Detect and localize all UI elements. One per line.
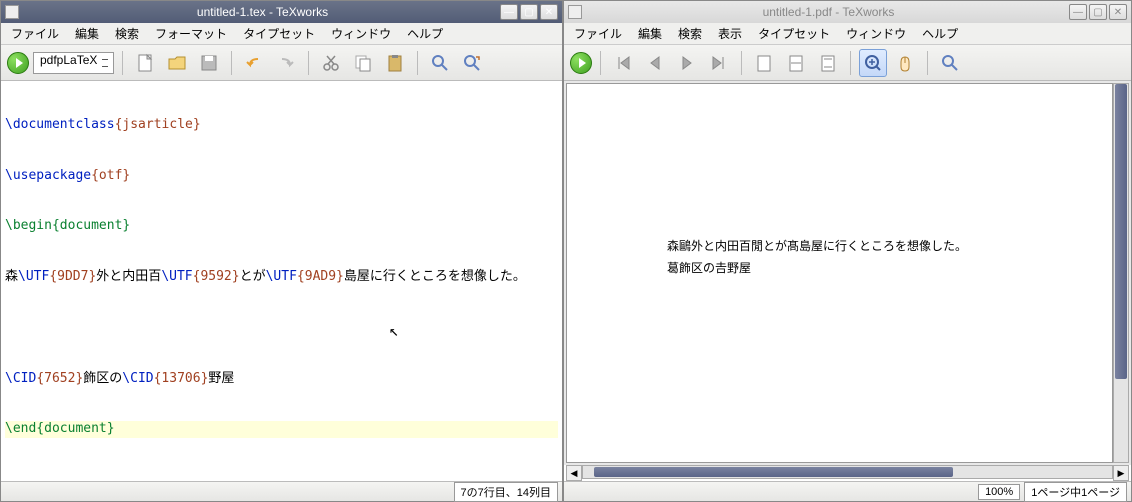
tex-command: \usepackage: [5, 168, 91, 183]
first-page-icon[interactable]: [609, 49, 637, 77]
toolbar-separator: [741, 51, 742, 75]
close-button[interactable]: ✕: [1109, 4, 1127, 20]
maximize-button[interactable]: ▢: [1089, 4, 1107, 20]
editor-titlebar[interactable]: untitled-1.tex - TeXworks — ▢ ✕: [1, 1, 562, 23]
editor-toolbar: pdfpLaTeX: [1, 45, 562, 81]
app-icon: [5, 5, 19, 19]
paste-icon[interactable]: [381, 49, 409, 77]
menu-help[interactable]: ヘルプ: [918, 23, 962, 44]
viewer-body: 森鷗外と内田百閒とが髙島屋に行くところを想像した。 葛飾区の𠮷野屋: [564, 81, 1131, 465]
menu-file[interactable]: ファイル: [7, 23, 63, 44]
app-icon: [568, 5, 582, 19]
page-indicator[interactable]: 1ページ中1ページ: [1024, 482, 1127, 502]
toolbar-separator: [417, 51, 418, 75]
menu-typeset[interactable]: タイプセット: [239, 23, 319, 44]
viewer-toolbar: [564, 45, 1131, 81]
next-page-icon[interactable]: [673, 49, 701, 77]
prev-page-icon[interactable]: [641, 49, 669, 77]
editor-window: untitled-1.tex - TeXworks — ▢ ✕ ファイル 編集 …: [0, 0, 563, 502]
menu-edit[interactable]: 編集: [634, 23, 666, 44]
toolbar-separator: [122, 51, 123, 75]
fit-width-icon[interactable]: [782, 49, 810, 77]
cut-icon[interactable]: [317, 49, 345, 77]
scrollbar-track[interactable]: [582, 465, 1113, 479]
scrollbar-thumb[interactable]: [594, 467, 954, 477]
viewer-statusbar: 100% 1ページ中1ページ: [564, 481, 1131, 501]
tex-env: \end{document}: [5, 421, 115, 436]
engine-value: pdfpLaTeX: [40, 53, 97, 67]
tex-env: \begin{document}: [5, 218, 130, 233]
tex-arg: {jsarticle}: [115, 117, 201, 132]
save-file-icon[interactable]: [195, 49, 223, 77]
maximize-button[interactable]: ▢: [520, 4, 538, 20]
undo-icon[interactable]: [240, 49, 268, 77]
minimize-button[interactable]: —: [500, 4, 518, 20]
cursor-position: 7の7行目、14列目: [454, 482, 558, 502]
magnify-tool-icon[interactable]: [859, 49, 887, 77]
last-page-icon[interactable]: [705, 49, 733, 77]
viewer-window-title: untitled-1.pdf - TeXworks: [588, 5, 1069, 19]
pdf-page[interactable]: 森鷗外と内田百閒とが髙島屋に行くところを想像した。 葛飾区の𠮷野屋: [566, 83, 1113, 463]
fit-window-icon[interactable]: [814, 49, 842, 77]
toolbar-separator: [850, 51, 851, 75]
engine-select[interactable]: pdfpLaTeX: [33, 52, 114, 74]
menu-window[interactable]: ウィンドウ: [327, 23, 395, 44]
scrollbar-thumb[interactable]: [1115, 84, 1127, 379]
menu-file[interactable]: ファイル: [570, 23, 626, 44]
menu-help[interactable]: ヘルプ: [403, 23, 447, 44]
viewer-menubar: ファイル 編集 検索 表示 タイプセット ウィンドウ ヘルプ: [564, 23, 1131, 45]
actual-size-icon[interactable]: [750, 49, 778, 77]
typeset-button[interactable]: [570, 52, 592, 74]
vertical-scrollbar[interactable]: [1113, 83, 1129, 463]
pdf-line: 森鷗外と内田百閒とが髙島屋に行くところを想像した。: [667, 236, 967, 258]
viewer-window: untitled-1.pdf - TeXworks — ▢ ✕ ファイル 編集 …: [563, 0, 1132, 502]
editor-statusbar: 7の7行目、14列目: [1, 481, 562, 501]
zoom-level[interactable]: 100%: [978, 484, 1020, 500]
menu-edit[interactable]: 編集: [71, 23, 103, 44]
typeset-button[interactable]: [7, 52, 29, 74]
toolbar-separator: [308, 51, 309, 75]
open-file-icon[interactable]: [163, 49, 191, 77]
menu-search[interactable]: 検索: [111, 23, 143, 44]
minimize-button[interactable]: —: [1069, 4, 1087, 20]
pdf-line: 葛飾区の𠮷野屋: [667, 258, 967, 280]
menu-window[interactable]: ウィンドウ: [842, 23, 910, 44]
toolbar-separator: [231, 51, 232, 75]
scroll-tool-icon[interactable]: [891, 49, 919, 77]
menu-search[interactable]: 検索: [674, 23, 706, 44]
scroll-right-icon[interactable]: ▶: [1113, 465, 1129, 481]
find-icon[interactable]: [936, 49, 964, 77]
toolbar-separator: [927, 51, 928, 75]
new-file-icon[interactable]: [131, 49, 159, 77]
menu-format[interactable]: フォーマット: [151, 23, 231, 44]
menu-view[interactable]: 表示: [714, 23, 746, 44]
replace-icon[interactable]: [458, 49, 486, 77]
pdf-content: 森鷗外と内田百閒とが髙島屋に行くところを想像した。 葛飾区の𠮷野屋: [667, 236, 967, 279]
redo-icon[interactable]: [272, 49, 300, 77]
viewer-titlebar[interactable]: untitled-1.pdf - TeXworks — ▢ ✕: [564, 1, 1131, 23]
tex-command: \documentclass: [5, 117, 115, 132]
find-icon[interactable]: [426, 49, 454, 77]
scroll-left-icon[interactable]: ◀: [566, 465, 582, 481]
source-editor[interactable]: \documentclass{jsarticle} \usepackage{ot…: [1, 81, 562, 481]
tex-arg: {otf}: [91, 168, 130, 183]
toolbar-separator: [600, 51, 601, 75]
horizontal-scrollbar: ◀ ▶: [564, 465, 1131, 481]
editor-window-title: untitled-1.tex - TeXworks: [25, 5, 500, 19]
editor-menubar: ファイル 編集 検索 フォーマット タイプセット ウィンドウ ヘルプ: [1, 23, 562, 45]
copy-icon[interactable]: [349, 49, 377, 77]
close-button[interactable]: ✕: [540, 4, 558, 20]
menu-typeset[interactable]: タイプセット: [754, 23, 834, 44]
